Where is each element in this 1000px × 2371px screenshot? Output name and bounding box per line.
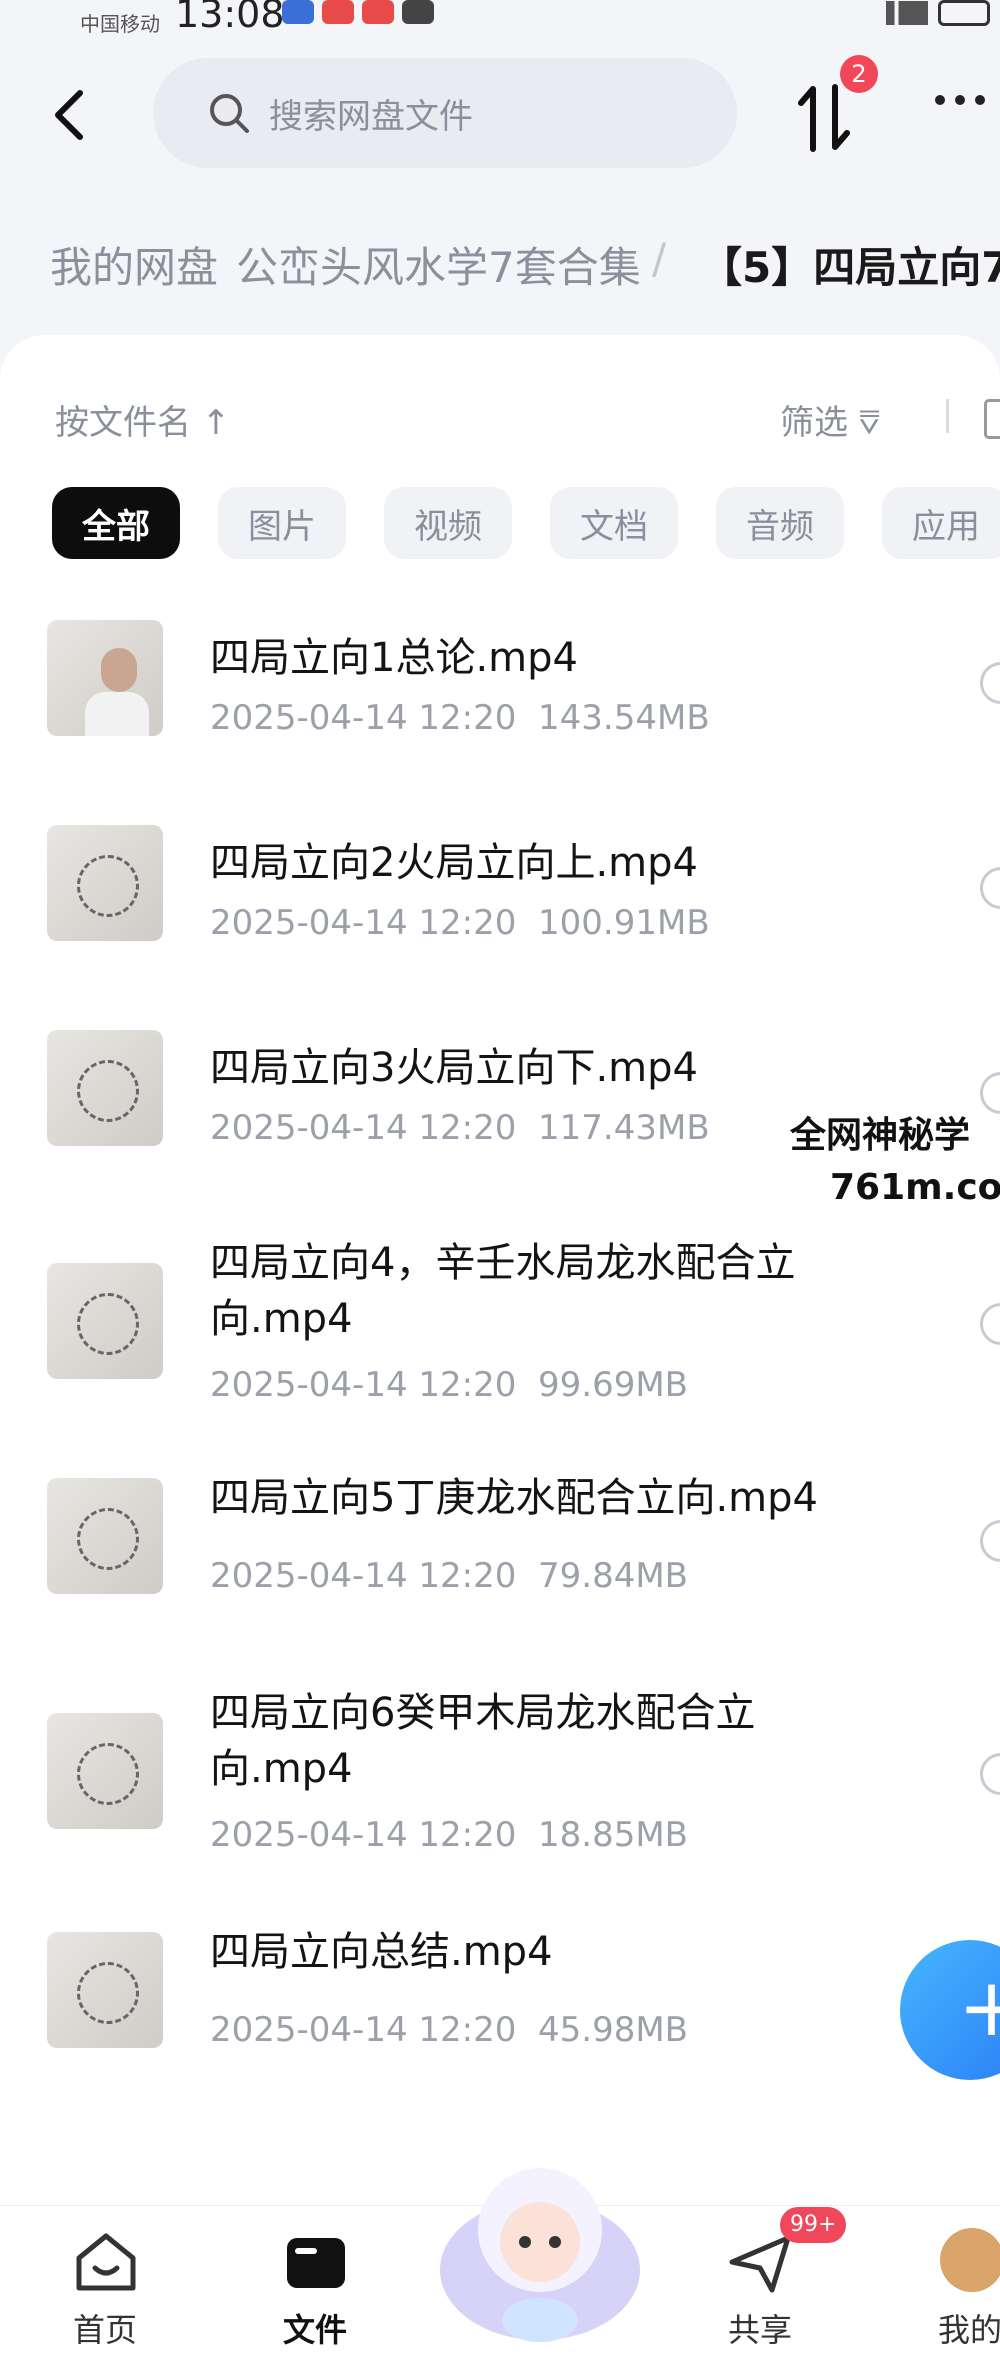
tab-home-label: 首页: [72, 2311, 137, 2349]
video-thumbnail: [47, 1478, 163, 1594]
app-notification-icon: [402, 0, 434, 24]
home-icon: [76, 2233, 136, 2291]
file-size: 45.98MB: [538, 2010, 689, 2050]
view-toggle-icon[interactable]: [984, 399, 1000, 439]
tab-mine-label: 我的: [937, 2311, 1000, 2349]
file-size: 143.54MB: [538, 698, 710, 738]
chip-videos[interactable]: 视频: [384, 487, 512, 559]
sort-button[interactable]: 按文件名 ↑: [55, 395, 230, 444]
transfer-badge: 2: [840, 55, 878, 93]
file-meta: 2025-04-14 12:20 99.69MB: [210, 1365, 688, 1405]
file-size: 79.84MB: [538, 1556, 689, 1596]
signal-icon: [886, 1, 928, 25]
share-badge: 99+: [780, 2207, 847, 2243]
file-date: 2025-04-14 12:20: [210, 1556, 517, 1596]
file-date: 2025-04-14 12:20: [210, 2010, 517, 2050]
category-chips: 全部 图片 视频 文档 音频 应用: [52, 487, 1000, 559]
file-name: 四局立向1总论.mp4: [210, 635, 578, 681]
file-date: 2025-04-14 12:20: [210, 698, 517, 738]
notification-icons: [282, 0, 434, 24]
file-size: 18.85MB: [538, 1815, 689, 1855]
system-status-icons: [886, 0, 990, 26]
filter-icon: ⩢: [858, 403, 880, 443]
file-size: 117.43MB: [538, 1108, 710, 1148]
file-date: 2025-04-14 12:20: [210, 1108, 517, 1148]
carrier-label: 中国移动: [80, 12, 160, 36]
watermark-line2: 761m.co: [830, 1167, 1000, 1208]
chip-images[interactable]: 图片: [218, 487, 346, 559]
chip-docs[interactable]: 文档: [550, 487, 678, 559]
file-date: 2025-04-14 12:20: [210, 1815, 517, 1855]
watermark-line1: 全网神秘学: [790, 1115, 971, 1156]
filter-label: 筛选: [780, 403, 848, 443]
divider: [946, 399, 949, 433]
file-name: 四局立向3火局立向下.mp4: [210, 1045, 698, 1091]
status-bar: 中国移动 13:08: [0, 0, 1000, 40]
tab-mine[interactable]: 我的: [900, 2206, 1000, 2371]
plus-icon: +: [958, 1961, 1000, 2054]
top-bar: 搜索网盘文件 2: [0, 55, 1000, 175]
avatar: [940, 2228, 1000, 2292]
filter-button[interactable]: 筛选 ⩢: [780, 395, 880, 444]
video-thumbnail: [47, 1263, 163, 1379]
back-arrow-icon[interactable]: [42, 85, 102, 145]
app-notification-icon: [322, 0, 354, 24]
file-date: 2025-04-14 12:20: [210, 1365, 517, 1405]
video-thumbnail: [47, 1932, 163, 2048]
tab-files-label: 文件: [282, 2311, 347, 2349]
tab-home[interactable]: 首页: [35, 2206, 175, 2371]
breadcrumb-item-root[interactable]: 我的网盘: [50, 234, 218, 295]
file-meta: 2025-04-14 12:20 79.84MB: [210, 1556, 688, 1596]
chip-apps[interactable]: 应用: [882, 487, 1000, 559]
file-date: 2025-04-14 12:20: [210, 903, 517, 943]
tab-share-label: 共享: [727, 2311, 792, 2349]
folder-icon: [287, 2238, 345, 2288]
search-icon: [210, 94, 249, 133]
file-name: 四局立向5丁庚龙水配合立向.mp4: [210, 1475, 818, 1521]
file-size: 99.69MB: [538, 1365, 689, 1405]
breadcrumb-item-current: 【5】四局立向7集: [700, 243, 1000, 292]
video-thumbnail: [47, 1030, 163, 1146]
video-thumbnail: [47, 825, 163, 941]
more-options-icon[interactable]: [935, 95, 985, 105]
chip-all[interactable]: 全部: [52, 487, 180, 559]
file-name: 四局立向4，辛壬水局龙水配合立向.mp4: [210, 1240, 796, 1342]
breadcrumb-item-collection[interactable]: 公峦头风水学7套合集: [236, 234, 641, 295]
breadcrumb: 我的网盘 公峦头风水学7套合集 / 【5】四局立向7集: [0, 230, 1000, 300]
file-meta: 2025-04-14 12:20 100.91MB: [210, 903, 710, 943]
transfer-icon[interactable]: [795, 83, 855, 153]
file-name: 四局立向6癸甲木局龙水配合立向.mp4: [210, 1690, 756, 1792]
video-thumbnail: [47, 1713, 163, 1829]
tab-files[interactable]: 文件: [245, 2206, 385, 2371]
assistant-mascot-icon[interactable]: [430, 2150, 650, 2350]
file-meta: 2025-04-14 12:20 45.98MB: [210, 2010, 688, 2050]
search-placeholder: 搜索网盘文件: [269, 96, 473, 137]
file-meta: 2025-04-14 12:20 18.85MB: [210, 1815, 688, 1855]
watermark: 全网神秘学 761m.co: [790, 1110, 1000, 1214]
search-input[interactable]: 搜索网盘文件: [153, 58, 737, 168]
breadcrumb-separator: /: [652, 234, 667, 283]
file-name: 四局立向总结.mp4: [210, 1929, 553, 1975]
file-meta: 2025-04-14 12:20 117.43MB: [210, 1108, 710, 1148]
app-notification-icon: [282, 0, 314, 24]
file-name: 四局立向2火局立向上.mp4: [210, 840, 698, 886]
battery-icon: [938, 0, 990, 26]
file-meta: 2025-04-14 12:20 143.54MB: [210, 698, 710, 738]
chip-audio[interactable]: 音频: [716, 487, 844, 559]
status-time: 13:08: [175, 0, 285, 36]
video-thumbnail: [47, 620, 163, 736]
app-notification-icon: [362, 0, 394, 24]
file-size: 100.91MB: [538, 903, 710, 943]
